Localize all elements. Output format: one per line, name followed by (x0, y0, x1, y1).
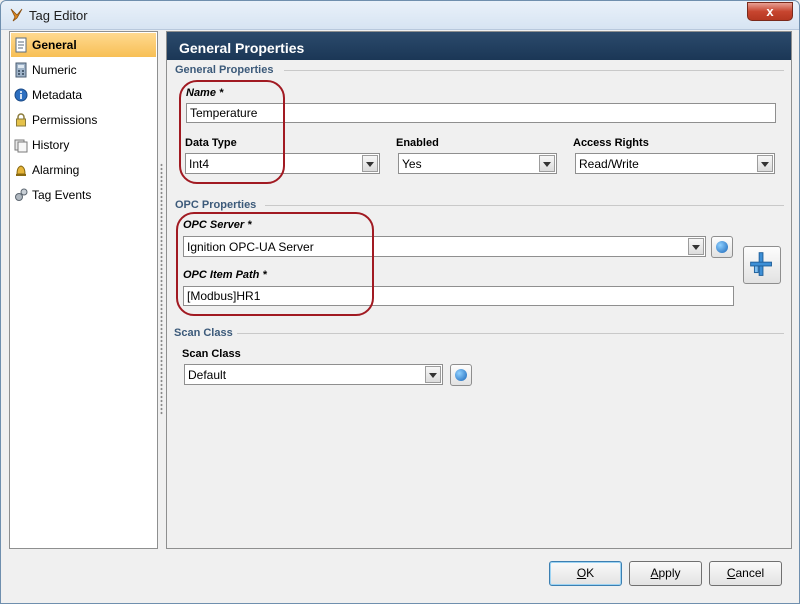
access-rights-label: Access Rights (573, 137, 649, 149)
info-icon (14, 88, 28, 102)
browse-opc-server-button[interactable] (711, 236, 733, 258)
refresh-icon (455, 369, 467, 381)
chevron-down-icon[interactable] (757, 155, 773, 172)
chevron-down-icon[interactable] (539, 155, 555, 172)
browse-opc-item-button[interactable] (743, 246, 781, 284)
close-icon: x (766, 4, 774, 19)
annotation-highlight (176, 212, 374, 316)
enabled-value: Yes (402, 157, 422, 171)
bell-icon (16, 165, 26, 176)
splitter-handle[interactable] (160, 163, 163, 415)
section-divider (284, 70, 784, 71)
lock-icon (16, 113, 26, 127)
sidebar-item-label: Tag Events (32, 188, 92, 202)
history-icon (14, 139, 28, 153)
edit-scan-class-button[interactable] (450, 364, 472, 386)
cancel-label: ancel (735, 566, 765, 580)
sidebar-item-metadata[interactable]: Metadata (11, 83, 156, 107)
category-sidebar: General Numeric Metadata Permissions His… (9, 31, 158, 549)
sidebar-item-label: Numeric (32, 63, 77, 77)
section-title-general: General Properties (175, 64, 274, 76)
calculator-icon (15, 62, 27, 78)
sidebar-item-label: Metadata (32, 88, 83, 102)
apply-label: pply (658, 566, 681, 580)
section-divider (265, 205, 784, 206)
sidebar-item-general[interactable]: General (11, 33, 156, 57)
sidebar-item-history[interactable]: History (11, 133, 156, 157)
sidebar-item-alarming[interactable]: Alarming (11, 158, 156, 182)
chevron-down-icon[interactable] (688, 238, 704, 255)
panel-header: General Properties (167, 32, 791, 60)
cancel-button[interactable]: Cancel (709, 561, 782, 586)
ok-label: K (586, 566, 595, 580)
tag-editor-window: Tag Editor x General Numeric Metadata Pe… (0, 0, 800, 604)
sidebar-item-permissions[interactable]: Permissions (11, 108, 156, 132)
panel-header-title: General Properties (179, 40, 305, 56)
scan-class-label: Scan Class (182, 348, 241, 360)
section-title-opc: OPC Properties (175, 199, 257, 211)
sidebar-item-numeric[interactable]: Numeric (11, 58, 156, 82)
sidebar-item-label: Permissions (32, 113, 98, 127)
close-button[interactable]: x (747, 2, 793, 21)
apply-mnemonic: A (650, 566, 659, 580)
enabled-label: Enabled (396, 137, 439, 149)
access-rights-value: Read/Write (579, 157, 639, 171)
sidebar-item-tag-events[interactable]: Tag Events (11, 183, 156, 207)
ok-mnemonic: O (576, 566, 587, 580)
access-rights-select[interactable]: Read/Write (575, 153, 775, 174)
properties-panel: General Properties General Properties Na… (166, 31, 792, 549)
section-divider (237, 333, 784, 334)
chevron-down-icon[interactable] (425, 366, 441, 383)
scan-class-value: Default (188, 368, 227, 382)
tag-editor-icon (10, 8, 23, 22)
section-title-scan: Scan Class (174, 327, 233, 339)
title-bar: Tag Editor x (1, 1, 799, 30)
enabled-select[interactable]: Yes (398, 153, 557, 174)
sidebar-item-label: General (32, 38, 77, 52)
annotation-highlight (179, 80, 285, 184)
apply-button[interactable]: Apply (629, 561, 702, 586)
sidebar-item-label: Alarming (32, 163, 80, 177)
chevron-down-icon[interactable] (362, 155, 378, 172)
document-icon (15, 37, 27, 53)
opc-browse-icon (750, 252, 772, 276)
window-title: Tag Editor (29, 8, 88, 23)
sidebar-item-label: History (32, 138, 70, 152)
gears-icon (15, 188, 28, 201)
scan-class-select[interactable]: Default (184, 364, 443, 385)
ok-button[interactable]: OK (549, 561, 622, 586)
refresh-icon (716, 241, 728, 253)
